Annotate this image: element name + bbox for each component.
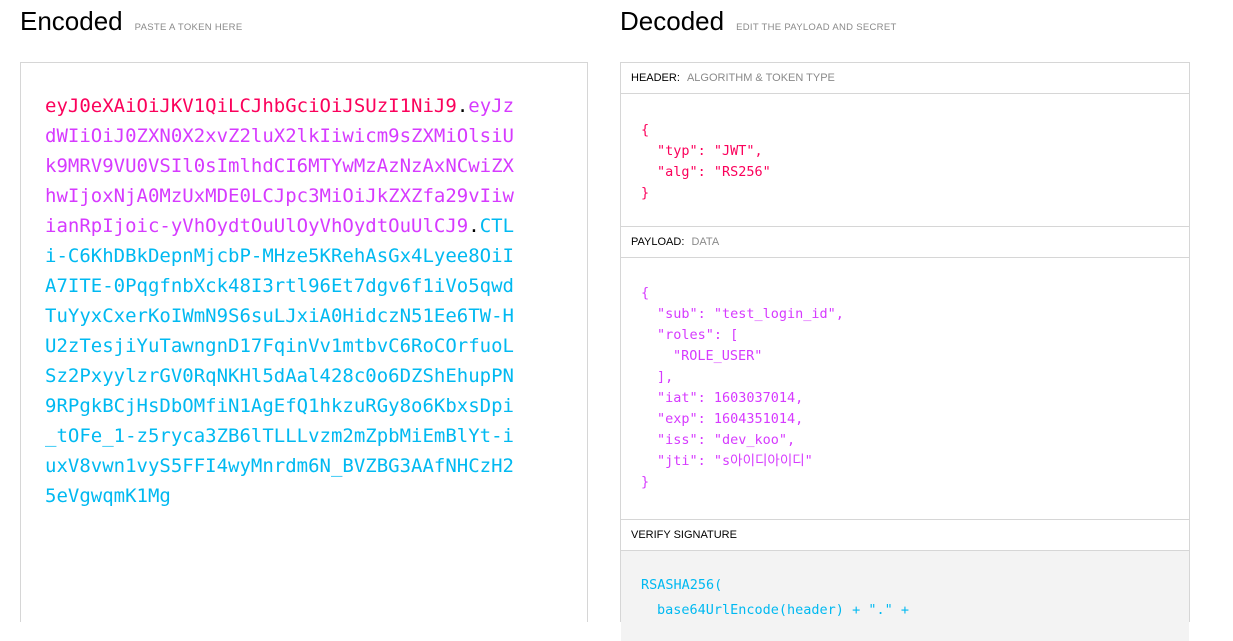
encoded-heading: Encoded PASTE A TOKEN HERE <box>20 6 242 37</box>
json-line: } <box>641 474 650 490</box>
json-line: "sub": "test_login_id", <box>657 306 844 322</box>
decoded-heading: Decoded EDIT THE PAYLOAD AND SECRET <box>620 6 897 37</box>
encoded-token-editor[interactable]: eyJ0eXAiOiJKV1QiLCJhbGciOiJSUzI1NiJ9.eyJ… <box>20 62 588 622</box>
json-line: { <box>641 285 650 301</box>
payload-sublabel: DATA <box>691 236 720 248</box>
decoded-subtitle: EDIT THE PAYLOAD AND SECRET <box>736 22 897 33</box>
json-line: "iat": 1603037014, <box>657 390 804 406</box>
encoded-subtitle: PASTE A TOKEN HERE <box>134 22 243 33</box>
token-header-part: eyJ0eXAiOiJKV1QiLCJhbGciOiJSUzI1NiJ9 <box>45 95 457 117</box>
verify-line: RSASHA256( <box>641 577 723 593</box>
token-signature-part: CTLi-C6KhDBkDepnMjcbP-MHze5KRehAsGx4Lyee… <box>45 215 515 507</box>
json-line: ], <box>657 369 674 385</box>
json-line: "exp": 1604351014, <box>657 411 804 427</box>
verify-line: base64UrlEncode(header) + "." + <box>657 602 909 618</box>
json-line: } <box>641 185 650 201</box>
verify-section-title: VERIFY SIGNATURE <box>621 520 1189 551</box>
verify-signature-body: RSASHA256( base64UrlEncode(header) + "."… <box>621 551 1189 641</box>
json-line: "jti": "s아이디아이디" <box>657 453 813 469</box>
json-line: "alg": "RS256" <box>657 164 771 180</box>
encoded-title: Encoded <box>20 6 123 36</box>
verify-label: VERIFY SIGNATURE <box>631 529 737 541</box>
header-section-title: HEADER: ALGORITHM & TOKEN TYPE <box>621 63 1189 94</box>
header-sublabel: ALGORITHM & TOKEN TYPE <box>686 72 835 84</box>
payload-label: PAYLOAD: <box>631 236 685 248</box>
json-line: "typ": "JWT", <box>657 143 763 159</box>
json-line: { <box>641 122 650 138</box>
json-line: "iss": "dev_koo", <box>657 432 796 448</box>
payload-json-editor[interactable]: { "sub": "test_login_id", "roles": [ "RO… <box>621 258 1189 520</box>
token-dot: . <box>456 95 469 117</box>
payload-section-title: PAYLOAD: DATA <box>621 227 1189 258</box>
decoded-panel: HEADER: ALGORITHM & TOKEN TYPE { "typ": … <box>620 62 1190 641</box>
decoded-title: Decoded <box>620 6 725 36</box>
token-dot: . <box>468 215 480 237</box>
header-label: HEADER: <box>631 72 680 84</box>
header-json-editor[interactable]: { "typ": "JWT", "alg": "RS256" } <box>621 94 1189 227</box>
json-line: "ROLE_USER" <box>673 348 763 364</box>
token-text[interactable]: eyJ0eXAiOiJKV1QiLCJhbGciOiJSUzI1NiJ9.eyJ… <box>45 91 515 511</box>
json-line: "roles": [ <box>657 327 739 343</box>
